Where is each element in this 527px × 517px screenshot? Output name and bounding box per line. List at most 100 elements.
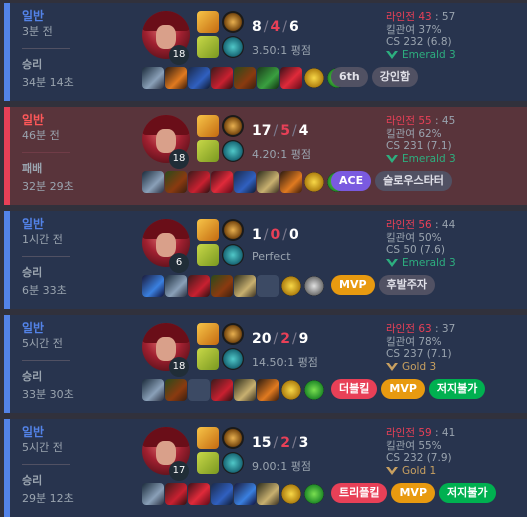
- badge-list: 더블킬 MVP 저지불가: [331, 379, 486, 399]
- item-slot[interactable]: [257, 483, 279, 505]
- match-stats: 라인전 56 : 44 킬관여 50% CS 50 (7.6) Emerald …: [386, 219, 456, 269]
- summoner-spell-icon[interactable]: [197, 427, 219, 449]
- item-slot[interactable]: [188, 275, 210, 297]
- match-card[interactable]: 일반 46분 전 패배 32분 29초 18 17/5/4 4.20:1 평점 …: [4, 107, 527, 205]
- item-slot[interactable]: [142, 275, 164, 297]
- secondary-rune-icon[interactable]: [222, 452, 244, 474]
- control-ward-icon[interactable]: [303, 379, 325, 401]
- match-info: 일반 3분 전 승리 34분 14초: [22, 9, 132, 95]
- match-result: 승리: [22, 370, 43, 383]
- kda: 15/2/3: [252, 435, 309, 451]
- kda-ratio: Perfect: [252, 250, 291, 263]
- match-card[interactable]: 일반 3분 전 승리 34분 14초 18 8/4/6 3.50:1 평점 라인…: [4, 3, 527, 101]
- lane-label: 라인전: [386, 11, 415, 23]
- trinket-ward-icon[interactable]: [280, 483, 302, 505]
- item-slot[interactable]: [211, 483, 233, 505]
- item-slot[interactable]: [142, 379, 164, 401]
- summoner-spell-icon[interactable]: [197, 140, 219, 162]
- deaths: 5: [280, 123, 290, 139]
- summoner-spell-icon[interactable]: [197, 115, 219, 137]
- assists: 3: [298, 435, 309, 451]
- summoner-spell-icon[interactable]: [197, 452, 219, 474]
- gold-rank-icon: [386, 362, 398, 371]
- match-info: 일반 5시간 전 승리 29분 12초: [22, 425, 132, 511]
- primary-rune-icon[interactable]: [222, 115, 244, 137]
- secondary-rune-icon[interactable]: [222, 36, 244, 58]
- item-slot[interactable]: [234, 379, 256, 401]
- match-info: 일반 46분 전 패배 32분 29초: [22, 113, 132, 199]
- summoner-spell-icon[interactable]: [197, 11, 219, 33]
- match-card[interactable]: 일반 5시간 전 승리 29분 12초 17 15/2/3 9.00:1 평점 …: [4, 419, 527, 517]
- kill-participation: 킬관여 62%: [386, 127, 442, 140]
- item-slot[interactable]: [165, 379, 187, 401]
- match-card[interactable]: 일반 1시간 전 승리 6분 33초 6 1/0/0 Perfect 라인전 5…: [4, 211, 527, 309]
- item-slot[interactable]: [211, 275, 233, 297]
- summoner-spell-icon[interactable]: [197, 36, 219, 58]
- badge-list: MVP 후발주자: [331, 275, 436, 295]
- item-slot[interactable]: [211, 171, 233, 193]
- summoner-spell-icon[interactable]: [197, 323, 219, 345]
- item-slot[interactable]: [188, 483, 210, 505]
- badge: 저지불가: [439, 483, 496, 503]
- item-slot[interactable]: [188, 171, 210, 193]
- item-slot[interactable]: [165, 171, 187, 193]
- match-duration: 34분 14초: [22, 76, 74, 89]
- assists: 6: [288, 19, 299, 35]
- item-slot[interactable]: [211, 379, 233, 401]
- item-slot[interactable]: [165, 275, 187, 297]
- trinket-ward-icon[interactable]: [280, 379, 302, 401]
- primary-rune-icon[interactable]: [222, 323, 244, 345]
- item-slot[interactable]: [234, 483, 256, 505]
- item-slot-empty[interactable]: [257, 275, 279, 297]
- secondary-rune-icon[interactable]: [222, 348, 244, 370]
- trinket-ward-icon[interactable]: [303, 67, 325, 89]
- item-slot[interactable]: [142, 67, 164, 89]
- badge-list: 트리플킬 MVP 저지불가: [331, 483, 496, 503]
- trinket-ward-icon[interactable]: [303, 171, 325, 193]
- item-slot[interactable]: [280, 67, 302, 89]
- secondary-rune-icon[interactable]: [222, 244, 244, 266]
- item-slot[interactable]: [234, 67, 256, 89]
- item-slot[interactable]: [165, 483, 187, 505]
- time-ago: 5시간 전: [22, 337, 63, 350]
- match-card[interactable]: 일반 5시간 전 승리 33분 30초 18 20/2/9 14.50:1 평점…: [4, 315, 527, 413]
- item-slot[interactable]: [234, 171, 256, 193]
- lane-score: 63: [418, 323, 432, 335]
- badge-list: ACE 슬로우스타터: [331, 171, 452, 191]
- item-slot[interactable]: [142, 171, 164, 193]
- item-slot[interactable]: [142, 483, 164, 505]
- deaths: 2: [280, 435, 290, 451]
- summoner-spell-icon[interactable]: [197, 219, 219, 241]
- item-slot[interactable]: [280, 171, 302, 193]
- item-slot[interactable]: [257, 171, 279, 193]
- badge: 6th: [331, 67, 368, 87]
- emerald-rank-icon: [386, 50, 398, 59]
- control-ward-icon[interactable]: [303, 483, 325, 505]
- kill-participation: 킬관여 78%: [386, 335, 442, 348]
- kda: 1/0/0: [252, 227, 299, 243]
- item-slot[interactable]: [165, 67, 187, 89]
- assists: 0: [288, 227, 299, 243]
- trinket-ward-icon[interactable]: [280, 275, 302, 297]
- kda-ratio: 3.50:1 평점: [252, 44, 311, 57]
- match-duration: 6분 33초: [22, 284, 67, 297]
- primary-rune-icon[interactable]: [222, 11, 244, 33]
- item-slot[interactable]: [234, 275, 256, 297]
- summoner-spell-icon[interactable]: [197, 244, 219, 266]
- primary-rune-icon[interactable]: [222, 427, 244, 449]
- item-slot-empty[interactable]: [188, 379, 210, 401]
- summoner-spell-icon[interactable]: [197, 348, 219, 370]
- item-slot[interactable]: [257, 379, 279, 401]
- lane-label: 라인전: [386, 219, 415, 231]
- secondary-rune-icon[interactable]: [222, 140, 244, 162]
- kill-participation: 킬관여 37%: [386, 23, 442, 36]
- kills: 1: [252, 227, 262, 243]
- item-slot[interactable]: [211, 67, 233, 89]
- emerald-rank-icon: [386, 154, 398, 163]
- primary-rune-icon[interactable]: [222, 219, 244, 241]
- oracle-lens-icon[interactable]: [303, 275, 325, 297]
- divider: [22, 256, 70, 257]
- match-result: 승리: [22, 58, 43, 71]
- item-slot[interactable]: [188, 67, 210, 89]
- item-slot[interactable]: [257, 67, 279, 89]
